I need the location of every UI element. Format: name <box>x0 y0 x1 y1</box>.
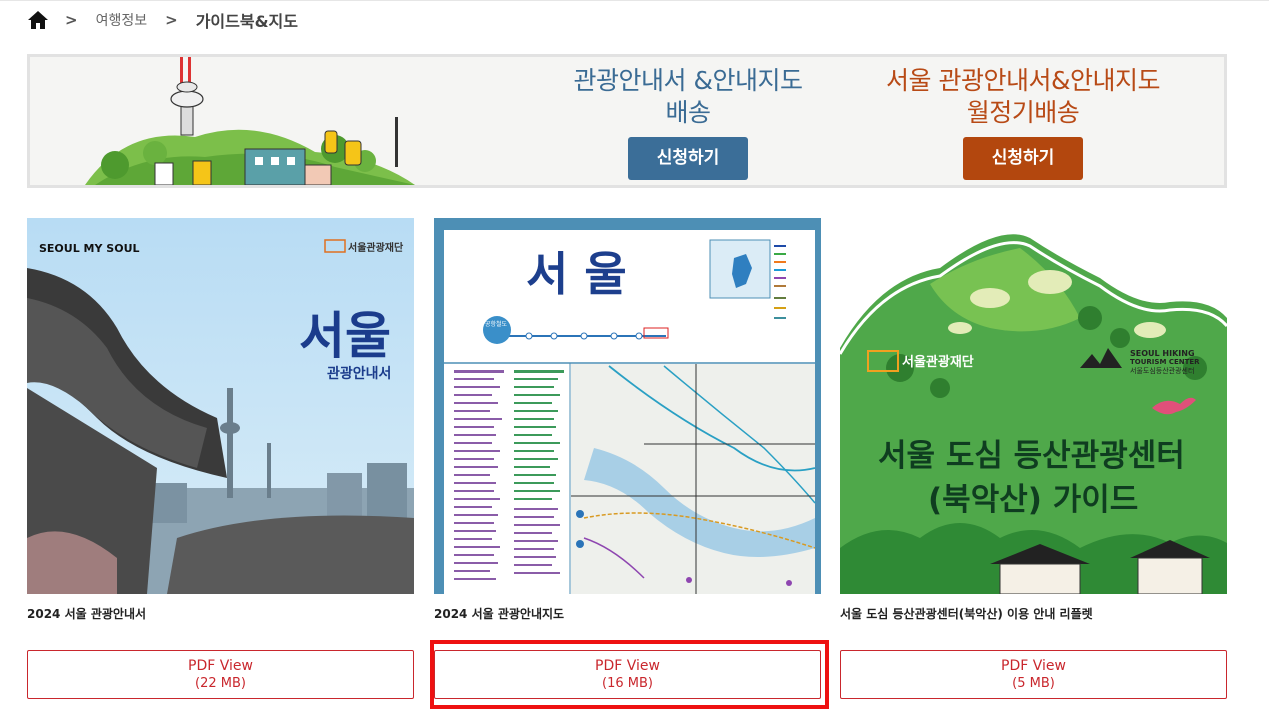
leaflet-center-en2: TOURISM CENTER <box>1130 358 1200 366</box>
hiking-leaflet-card-title: 서울 도심 등산관광센터(북악산) 이용 안내 리플렛 <box>840 607 1093 621</box>
guidebook-pdf-view-button[interactable]: PDF View (22 MB) <box>27 650 414 699</box>
monthly-apply-button[interactable]: 신청하기 <box>963 137 1083 180</box>
highlight-box <box>430 640 829 709</box>
pdf-file-size: (5 MB) <box>1012 676 1055 691</box>
cover-subtitle: 관광안내서 <box>327 365 391 382</box>
monthly-delivery-title-line1: 서울 관광안내서&안내지도 <box>886 66 1160 95</box>
hiking-leaflet-cover-image[interactable]: 서울관광재단 SEOUL HIKING TOURISM CENTER 서울도심등… <box>838 218 1229 595</box>
top-divider <box>0 0 1269 3</box>
leaflet-org-text: 서울관광재단 <box>902 354 974 370</box>
leaflet-center-en1: SEOUL HIKING <box>1130 349 1195 358</box>
map-cover-image[interactable]: 서 울 공항철도 <box>434 218 821 594</box>
guidebook-cover-image[interactable]: SEOUL MY SOUL 서울관광재단 서울 관광안내서 <box>27 218 414 594</box>
map-card-title: 2024 서울 관광안내지도 <box>434 607 565 621</box>
delivery-banner: 관광안내서 &안내지도 배송 신청하기 서울 관광안내서&안내지도 월정기배송 … <box>27 54 1227 188</box>
home-icon[interactable] <box>27 9 49 31</box>
breadcrumb-item-travel-info[interactable]: 여행정보 <box>96 10 148 30</box>
cover-brand-text: SEOUL MY SOUL <box>39 242 140 255</box>
monthly-delivery-panel: 서울 관광안내서&안내지도 월정기배송 신청하기 <box>858 65 1188 180</box>
monthly-delivery-title-line2: 월정기배송 <box>966 98 1080 127</box>
guidebook-card: SEOUL MY SOUL 서울관광재단 서울 관광안내서 2024 서울 관광… <box>27 218 414 699</box>
map-cover-title: 서 울 <box>526 247 627 301</box>
breadcrumb-separator: > <box>165 11 178 29</box>
breadcrumb-item-guidebook-map: 가이드북&지도 <box>195 12 298 31</box>
leaflet-center-ko: 서울도심등산관광센터 <box>1130 366 1194 375</box>
map-card: 서 울 공항철도 2024 서울 관광안내지도 PDF View (16 MB) <box>434 218 821 699</box>
guide-delivery-title: 관광안내서 &안내지도 배송 <box>528 65 848 129</box>
breadcrumb-separator: > <box>65 11 78 29</box>
monthly-delivery-title: 서울 관광안내서&안내지도 월정기배송 <box>858 65 1188 129</box>
breadcrumb: > 여행정보 > 가이드북&지도 <box>27 8 298 32</box>
map-cover-badge: 공항철도 <box>485 320 508 328</box>
delivery-apply-button[interactable]: 신청하기 <box>628 137 748 180</box>
guide-delivery-title-line2: 배송 <box>665 98 711 127</box>
cover-big-title: 서울 <box>299 307 391 365</box>
seoul-tower-illustration <box>85 57 415 185</box>
pdf-file-size: (22 MB) <box>195 676 246 691</box>
leaflet-title-line1: 서울 도심 등산관광센터 <box>878 438 1185 474</box>
cover-org-text: 서울관광재단 <box>348 241 404 254</box>
guidebook-card-title: 2024 서울 관광안내서 <box>27 607 147 621</box>
guide-delivery-title-line1: 관광안내서 &안내지도 <box>573 66 803 95</box>
pdf-view-label: PDF View <box>188 658 253 674</box>
leaflet-title-line2: (북악산) 가이드 <box>928 482 1138 518</box>
guide-delivery-panel: 관광안내서 &안내지도 배송 신청하기 <box>528 65 848 180</box>
hiking-leaflet-card: 서울관광재단 SEOUL HIKING TOURISM CENTER 서울도심등… <box>838 218 1229 699</box>
pdf-view-label: PDF View <box>1001 658 1066 674</box>
hiking-leaflet-pdf-view-button[interactable]: PDF View (5 MB) <box>840 650 1227 699</box>
